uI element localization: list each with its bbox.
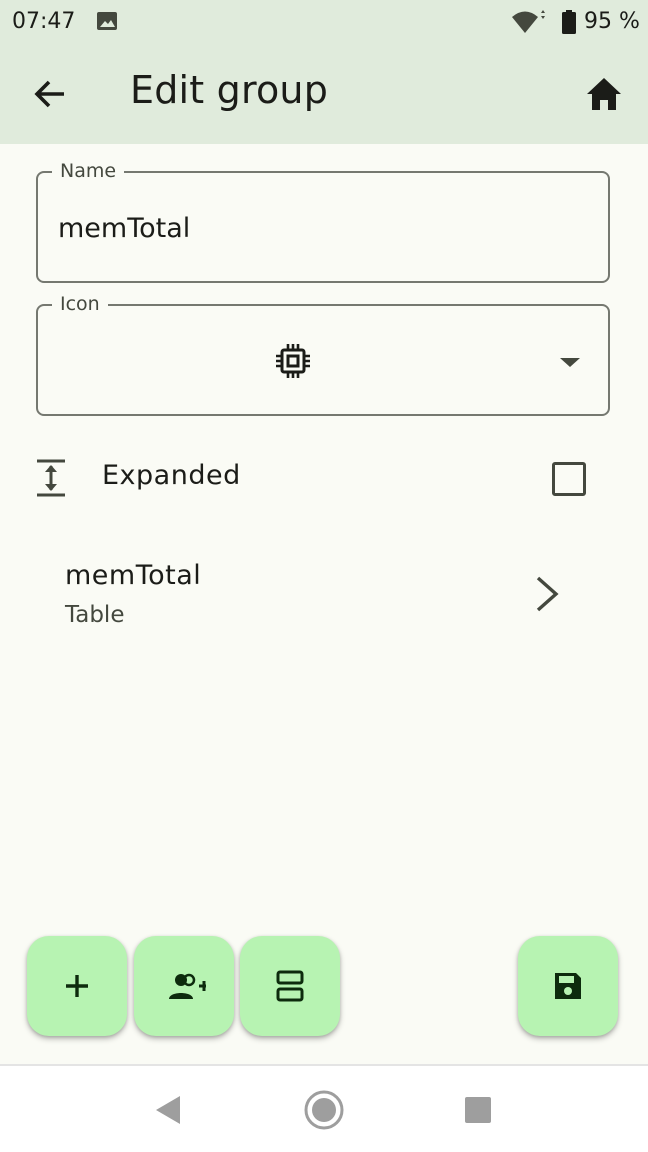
battery-percent: 95 % (584, 9, 640, 34)
name-field[interactable]: Name memTotal (36, 160, 610, 283)
list-item-title: memTotal (65, 560, 202, 591)
system-nav-bar (0, 1064, 648, 1152)
status-time: 07:47 (12, 9, 76, 34)
list-item-subtitle: Table (65, 602, 125, 628)
chevron-right-icon (536, 576, 559, 612)
expanded-row[interactable]: Expanded (0, 440, 648, 520)
add-button[interactable] (27, 936, 127, 1036)
battery-icon (562, 10, 576, 34)
icon-select[interactable]: Icon (36, 293, 610, 416)
add-person-button[interactable] (134, 936, 234, 1036)
nav-recent-apps-icon[interactable] (464, 1096, 492, 1124)
page-title: Edit group (130, 68, 329, 112)
person-add-icon (169, 973, 206, 999)
app-bar: Edit group (0, 44, 648, 144)
split-view-button[interactable] (240, 936, 340, 1036)
nav-back-icon[interactable] (154, 1094, 182, 1126)
save-button[interactable] (518, 936, 618, 1036)
split-view-icon (276, 970, 304, 1002)
wifi-icon (512, 10, 545, 33)
expanded-label: Expanded (102, 460, 241, 491)
image-notification-icon (97, 12, 117, 30)
save-icon (555, 973, 581, 999)
name-input-value[interactable]: memTotal (58, 213, 190, 244)
nav-home-icon[interactable] (302, 1088, 346, 1132)
expand-vertical-icon (37, 459, 65, 497)
arrow-back-icon[interactable] (26, 70, 74, 118)
name-field-label: Name (52, 160, 125, 182)
status-bar: 07:47 95 % (0, 0, 648, 44)
expanded-checkbox[interactable] (552, 462, 586, 496)
icon-field-label: Icon (52, 293, 108, 315)
list-item[interactable]: memTotal Table (0, 546, 648, 646)
dropdown-arrow-icon[interactable] (556, 352, 584, 372)
chip-icon (276, 344, 310, 378)
home-icon[interactable] (580, 70, 628, 118)
plus-icon (66, 975, 88, 997)
